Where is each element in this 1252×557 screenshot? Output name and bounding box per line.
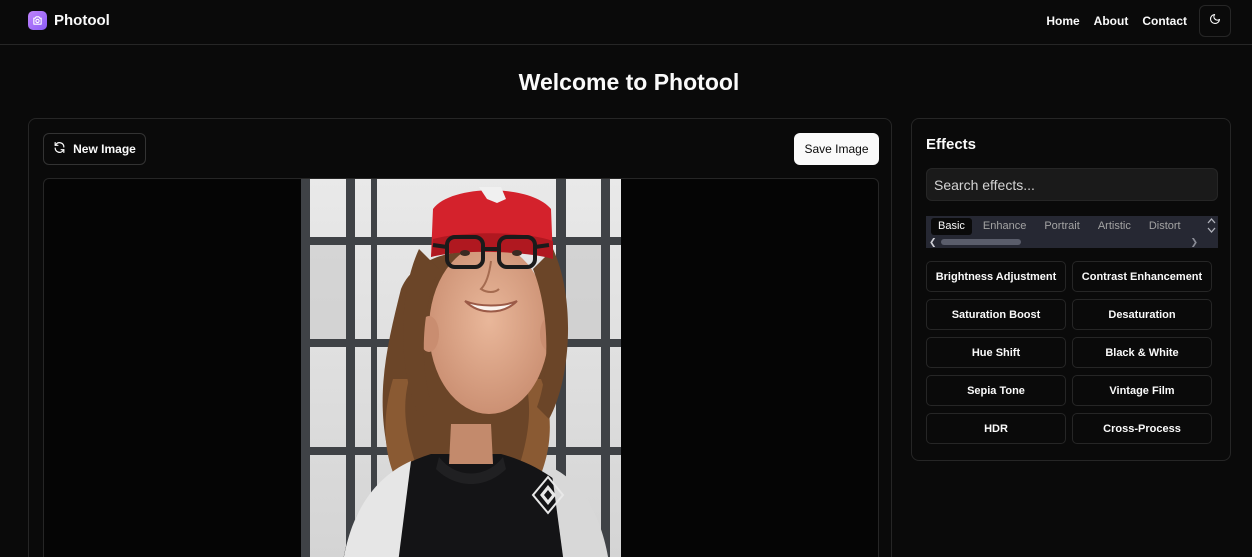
effects-search-input[interactable] xyxy=(926,168,1218,201)
nav-link-about[interactable]: About xyxy=(1094,14,1129,28)
scroll-left-icon[interactable]: ❮ xyxy=(929,237,937,247)
nav-link-home[interactable]: Home xyxy=(1046,14,1079,28)
effect-saturation-boost[interactable]: Saturation Boost xyxy=(926,299,1066,330)
effect-brightness-adjustment[interactable]: Brightness Adjustment xyxy=(926,261,1066,292)
effects-grid: Brightness Adjustment Contrast Enhanceme… xyxy=(926,261,1212,444)
moon-icon xyxy=(1209,12,1221,30)
theme-toggle-button[interactable] xyxy=(1199,5,1231,37)
new-image-label: New Image xyxy=(73,142,136,156)
image-canvas[interactable] xyxy=(43,178,879,557)
tab-enhance[interactable]: Enhance xyxy=(976,218,1033,235)
tab-distort[interactable]: Distort xyxy=(1142,218,1188,235)
tab-artistic[interactable]: Artistic xyxy=(1091,218,1138,235)
effect-sepia-tone[interactable]: Sepia Tone xyxy=(926,375,1066,406)
tab-basic[interactable]: Basic xyxy=(931,218,972,235)
navbar: Photool Home About Contact xyxy=(0,0,1252,45)
brand[interactable]: Photool xyxy=(28,11,110,30)
save-image-button[interactable]: Save Image xyxy=(794,133,879,165)
scroll-right-icon[interactable]: ❯ xyxy=(1190,237,1198,247)
effects-title: Effects xyxy=(926,136,977,153)
effect-hdr[interactable]: HDR xyxy=(926,413,1066,444)
page-title: Welcome to Photool xyxy=(518,69,740,95)
new-image-button[interactable]: New Image xyxy=(43,133,146,165)
camera-icon xyxy=(28,11,47,30)
portrait-photo xyxy=(301,179,621,557)
effect-vintage-film[interactable]: Vintage Film xyxy=(1072,375,1212,406)
nav-links: Home About Contact xyxy=(1046,14,1187,28)
vertical-scroll-arrows-icon[interactable] xyxy=(1207,217,1216,234)
horizontal-scrollbar[interactable]: ❮ ❯ xyxy=(926,237,1218,247)
brand-name: Photool xyxy=(54,12,110,29)
effect-contrast-enhancement[interactable]: Contrast Enhancement xyxy=(1072,261,1212,292)
effect-cross-process[interactable]: Cross-Process xyxy=(1072,413,1212,444)
tab-row: Basic Enhance Portrait Artistic Distort xyxy=(931,218,1192,235)
effect-desaturation[interactable]: Desaturation xyxy=(1072,299,1212,330)
effects-panel: Effects Basic Enhance Portrait Artistic … xyxy=(911,118,1231,461)
editor-card: New Image Save Image xyxy=(28,118,892,557)
tab-portrait[interactable]: Portrait xyxy=(1037,218,1086,235)
refresh-icon xyxy=(53,141,66,157)
nav-link-contact[interactable]: Contact xyxy=(1142,14,1187,28)
effect-hue-shift[interactable]: Hue Shift xyxy=(926,337,1066,368)
effects-tabs: Basic Enhance Portrait Artistic Distort … xyxy=(926,216,1218,248)
effect-black-and-white[interactable]: Black & White xyxy=(1072,337,1212,368)
scrollbar-thumb[interactable] xyxy=(941,239,1021,245)
